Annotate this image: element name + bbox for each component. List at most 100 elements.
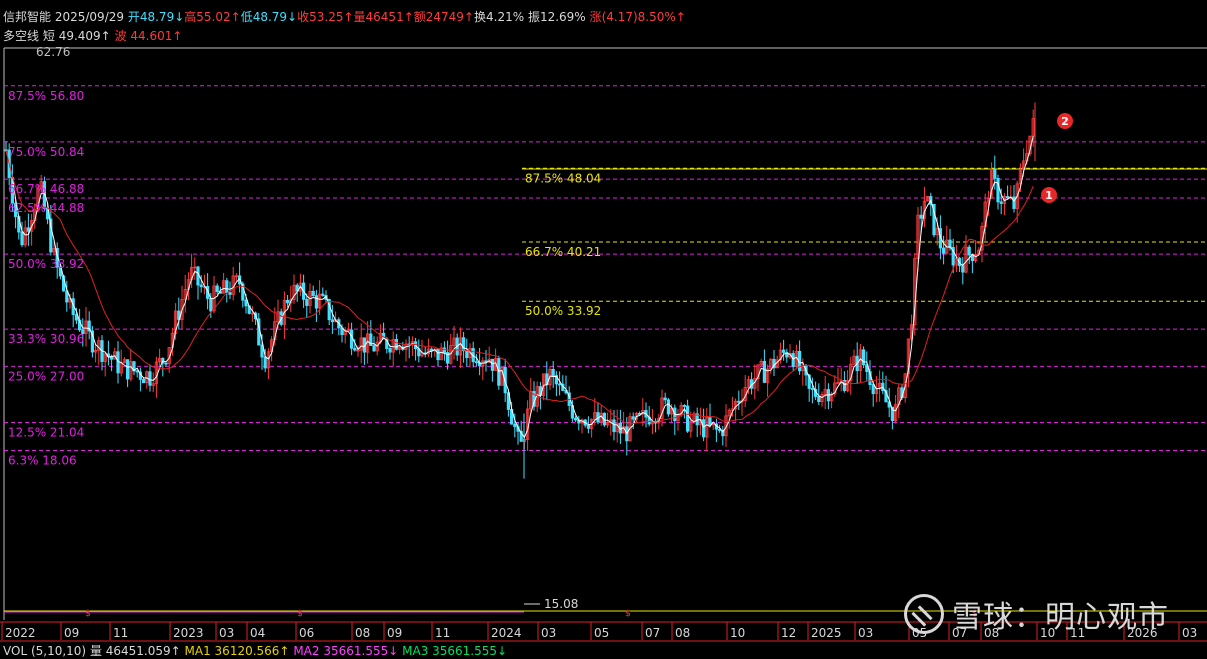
candle-body — [20, 231, 24, 246]
candle-body — [737, 400, 741, 403]
volume-indicator-bar: VOL (5,10,10) 量 46451.059↑ MA1 36120.566… — [3, 642, 507, 659]
x-axis-label: 03 — [1182, 626, 1197, 640]
x-axis-label: 2024 — [491, 626, 522, 640]
candle-body — [126, 359, 130, 380]
candle-body — [228, 292, 232, 295]
candle-body — [394, 339, 399, 350]
candle-body — [1006, 196, 1010, 199]
candle-body — [164, 362, 168, 365]
x-axis-label: 05 — [594, 626, 609, 640]
x-axis-label: 06 — [299, 626, 314, 640]
snowball-logo-icon — [904, 594, 944, 634]
x-axis-label: 11 — [113, 626, 128, 640]
x-axis-label: 03 — [541, 626, 556, 640]
candle-body — [311, 290, 315, 297]
candle-body — [663, 397, 667, 401]
candle-body — [574, 417, 578, 421]
candle-body — [682, 405, 687, 407]
marker-2-label: 2 — [1061, 115, 1069, 128]
x-axis-label: 2022 — [5, 626, 36, 640]
candle-body — [388, 348, 392, 353]
fib-level-label-right: 50.0% 33.92 — [525, 304, 601, 318]
candle-body — [135, 370, 139, 373]
candlestick-chart[interactable]: 87.5% 56.80 75.0% 50.84 66.7% 46.88 62.5% 4… — [0, 0, 1207, 656]
candle-body — [558, 383, 562, 386]
candle-body — [513, 423, 517, 428]
candle-body — [919, 214, 923, 219]
candle-body — [26, 227, 31, 232]
candle-body — [666, 399, 671, 415]
candle-body — [1012, 196, 1016, 209]
x-axis-label: 2023 — [173, 626, 204, 640]
x-axis-label: 03 — [858, 626, 873, 640]
x-axis-label: 03 — [219, 626, 234, 640]
fib-level-label-right: 87.5% 48.04 — [525, 171, 601, 185]
x-axis-label: 12 — [781, 626, 796, 640]
candle-body — [330, 319, 335, 323]
candle-body — [148, 371, 152, 386]
candle-body — [474, 361, 479, 364]
candle-body — [791, 353, 795, 368]
candle-body — [862, 349, 866, 366]
marker-1-label: 1 — [1045, 189, 1053, 202]
event-marker-icon: $ — [625, 609, 631, 619]
candle-body — [225, 280, 229, 294]
candle-body — [141, 378, 146, 384]
x-axis-label: 09 — [387, 626, 402, 640]
candle-body — [461, 337, 466, 352]
candle-body — [996, 177, 1000, 203]
candle-body — [967, 246, 971, 256]
candle-body — [817, 396, 821, 403]
candle-body — [244, 299, 248, 307]
candle-body — [372, 345, 376, 352]
x-axis-label: 11 — [435, 626, 450, 640]
x-axis-label: 08 — [355, 626, 370, 640]
candle-body — [436, 348, 440, 361]
candle-body — [586, 424, 591, 429]
candle-body — [263, 356, 267, 369]
fib-level-label: 66.7% 46.88 — [8, 182, 84, 196]
candle-body — [209, 298, 213, 312]
candle-body — [353, 347, 357, 351]
candle-body — [285, 299, 290, 304]
fib-level-label: 33.3% 30.96 — [8, 332, 84, 346]
event-marker-icon: $ — [297, 609, 303, 619]
candle-body — [442, 347, 447, 353]
candle-body — [196, 266, 200, 286]
candle-body — [810, 388, 815, 390]
candle-body — [942, 247, 946, 254]
fib-level-label: 62.5% 44.88 — [8, 201, 84, 215]
candle-body — [871, 384, 875, 395]
low-price-label: 15.08 — [544, 597, 578, 611]
candle-body — [961, 265, 965, 273]
candle-body — [321, 293, 325, 296]
x-axis-label: 09 — [64, 626, 79, 640]
fib-level-label-right: 66.7% 40.21 — [525, 245, 601, 259]
candle-body — [490, 358, 495, 371]
candle-body — [999, 201, 1003, 204]
fib-level-label: 12.5% 21.04 — [8, 425, 84, 439]
fib-level-label: 50.0% 38.92 — [8, 257, 84, 271]
candle-body — [199, 284, 203, 288]
watermark: 雪球：明心观市 — [904, 592, 1169, 636]
candle-body — [551, 369, 555, 377]
x-axis-label: 08 — [675, 626, 690, 640]
x-axis-label: 07 — [645, 626, 660, 640]
candle-body — [708, 417, 712, 426]
fib-level-label: 6.3% 18.06 — [8, 454, 77, 468]
candle-body — [465, 350, 469, 359]
candle-body — [349, 329, 354, 349]
event-marker-icon: $ — [85, 609, 91, 619]
fib-level-label: 75.0% 50.84 — [8, 145, 84, 159]
candle-body — [116, 351, 120, 374]
candle-body — [702, 419, 706, 438]
candle-body — [686, 405, 690, 432]
candle-body — [631, 416, 635, 420]
candle-body — [948, 239, 952, 248]
fib-level-label: 25.0% 27.00 — [8, 369, 84, 383]
candle-body — [762, 360, 767, 383]
x-axis-label: 2025 — [811, 626, 842, 640]
candle-body — [305, 298, 309, 306]
x-axis-label: 04 — [250, 626, 265, 640]
fib-level-label: 87.5% 56.80 — [8, 89, 84, 103]
